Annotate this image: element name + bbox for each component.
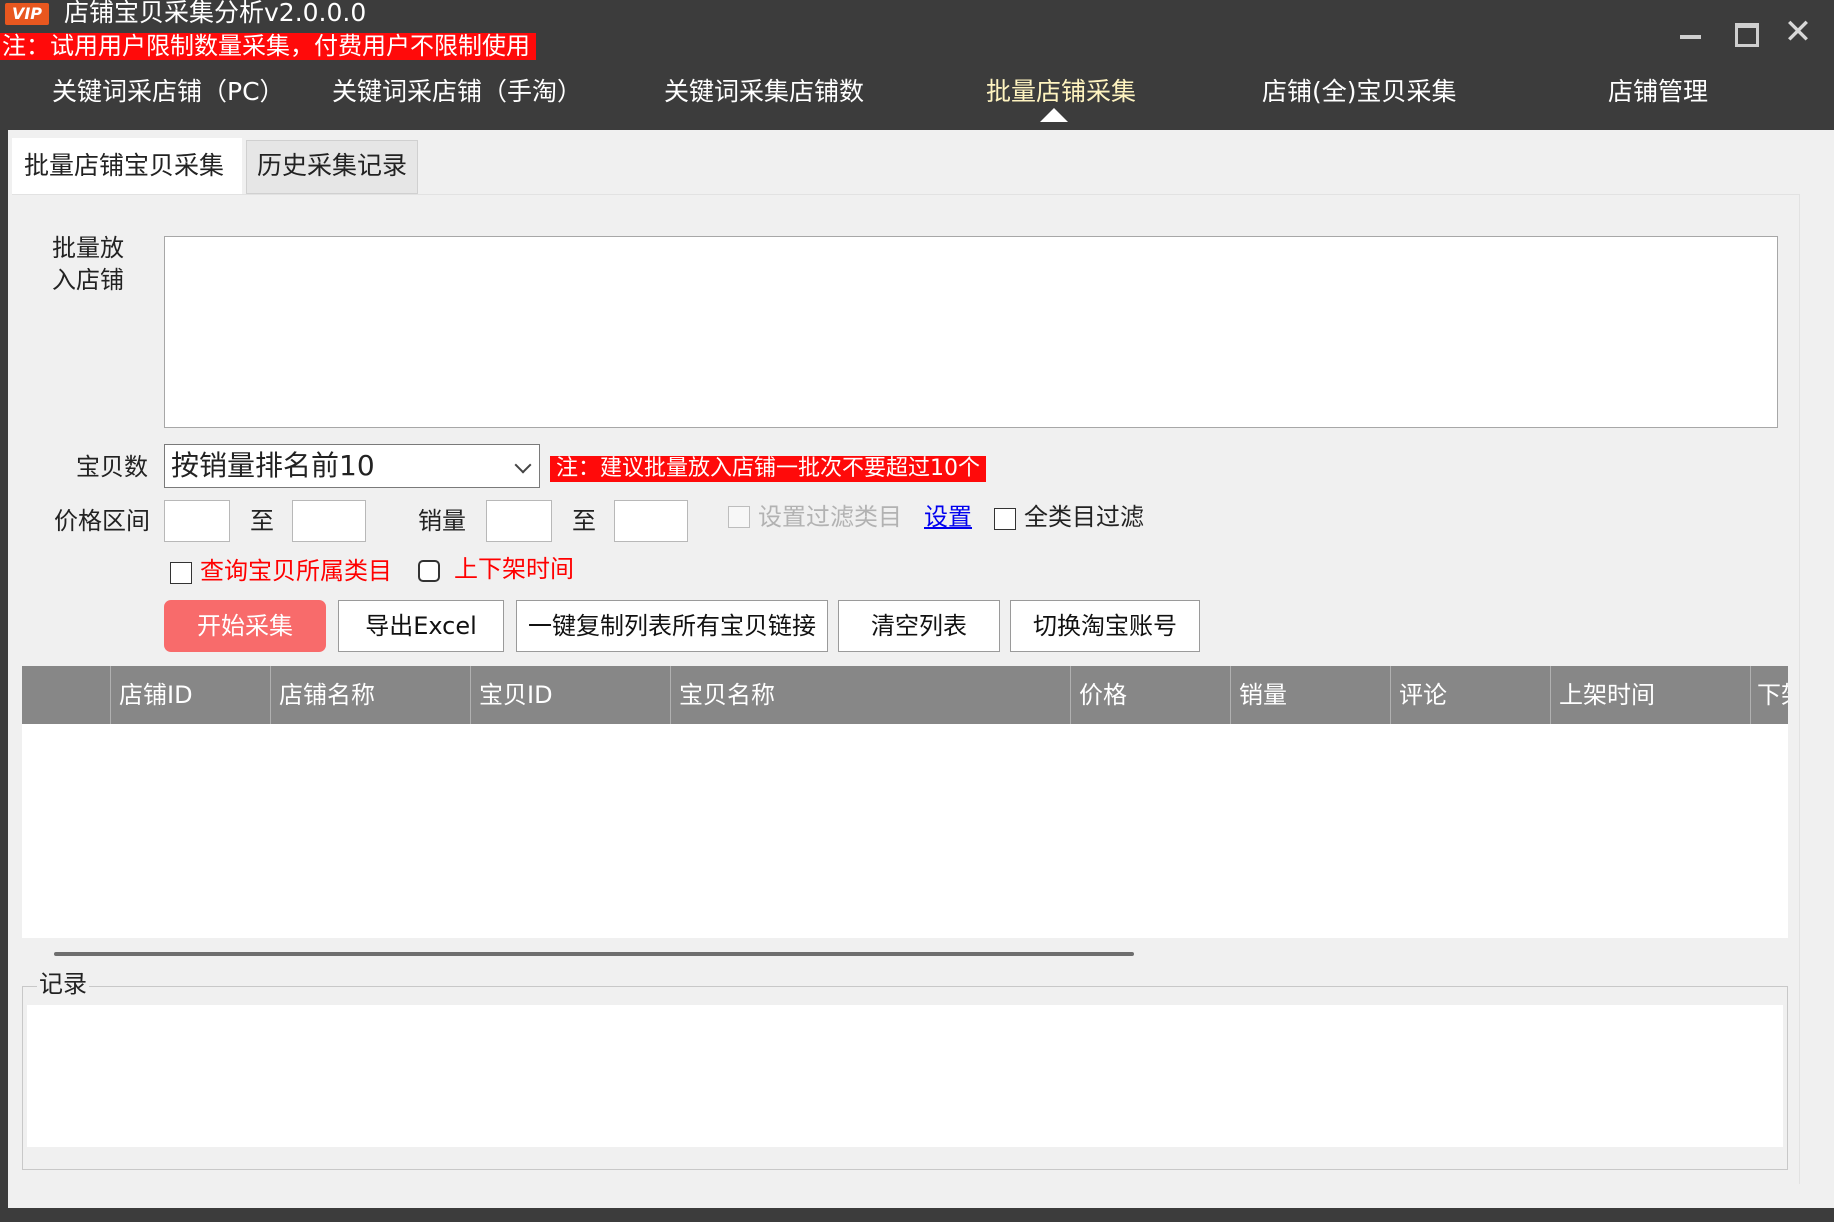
filter-category-checkbox[interactable]: [728, 506, 750, 528]
active-nav-caret-icon: [1040, 108, 1068, 122]
vip-logo: VIP: [5, 3, 49, 25]
price-range-label: 价格区间: [54, 507, 150, 535]
main-nav: 关键词采店铺（PC） 关键词采店铺（手淘） 关键词采集店铺数 批量店铺采集 店铺…: [0, 66, 1844, 128]
switch-account-button[interactable]: 切换淘宝账号: [1010, 600, 1200, 652]
column-header-reviews[interactable]: 评论: [1390, 666, 1550, 724]
sales-max-input[interactable]: [614, 500, 688, 542]
all-category-filter-label[interactable]: 全类目过滤: [1024, 502, 1144, 532]
shop-input-label: 批量放入店铺: [52, 234, 124, 294]
tab-batch-shop-items[interactable]: 批量店铺宝贝采集: [12, 138, 242, 194]
column-header-select[interactable]: [22, 666, 110, 724]
nav-keyword-shop-pc[interactable]: 关键词采店铺（PC）: [52, 70, 285, 114]
export-excel-button[interactable]: 导出Excel: [338, 600, 504, 652]
column-header-price[interactable]: 价格: [1070, 666, 1230, 724]
column-header-item-id[interactable]: 宝贝ID: [470, 666, 670, 724]
log-group: 记录: [22, 969, 1788, 1170]
filter-category-label[interactable]: 设置过滤类目: [758, 502, 902, 532]
window-bottom-border: [8, 1208, 1834, 1222]
app-title: 店铺宝贝采集分析v2.0.0.0: [64, 0, 367, 27]
nav-shop-manage[interactable]: 店铺管理: [1608, 70, 1708, 114]
chevron-down-icon: [514, 456, 532, 474]
nav-keyword-shop-count[interactable]: 关键词采集店铺数: [664, 70, 864, 114]
sales-min-input[interactable]: [486, 500, 552, 542]
results-table: 店铺ID 店铺名称 宝贝ID 宝贝名称 价格 销量 评论 上架时间 下架: [22, 666, 1788, 938]
listing-time-checkbox[interactable]: [418, 560, 440, 582]
column-header-listing-time[interactable]: 上架时间: [1550, 666, 1750, 724]
nav-shop-all-items[interactable]: 店铺(全)宝贝采集: [1262, 70, 1457, 114]
query-category-label[interactable]: 查询宝贝所属类目: [200, 556, 392, 586]
copy-all-links-button[interactable]: 一键复制列表所有宝贝链接: [516, 600, 828, 652]
clear-list-button[interactable]: 清空列表: [838, 600, 1000, 652]
close-icon[interactable]: ✕: [1778, 14, 1818, 50]
sales-to-label: 至: [572, 507, 596, 535]
all-category-filter-checkbox[interactable]: [994, 508, 1016, 530]
item-count-select[interactable]: 按销量排名前10: [164, 444, 540, 488]
table-header: 店铺ID 店铺名称 宝贝ID 宝贝名称 价格 销量 评论 上架时间 下架: [22, 666, 1788, 724]
price-to-label: 至: [250, 507, 274, 535]
item-count-value: 按销量排名前10: [171, 449, 375, 482]
item-count-label: 宝贝数: [76, 453, 148, 481]
start-collect-button[interactable]: 开始采集: [164, 600, 326, 652]
listing-time-label[interactable]: 上下架时间: [454, 554, 574, 584]
sales-label: 销量: [418, 507, 466, 535]
minimize-icon[interactable]: [1670, 14, 1710, 50]
price-min-input[interactable]: [164, 500, 230, 542]
table-horizontal-scrollbar[interactable]: [22, 938, 1788, 972]
window-edge: [1834, 0, 1844, 1222]
tab-history[interactable]: 历史采集记录: [246, 140, 418, 194]
shop-textarea[interactable]: [164, 236, 1778, 428]
column-header-shop-id[interactable]: 店铺ID: [110, 666, 270, 724]
price-max-input[interactable]: [292, 500, 366, 542]
column-header-shop-name[interactable]: 店铺名称: [270, 666, 470, 724]
column-header-item-name[interactable]: 宝贝名称: [670, 666, 1070, 724]
maximize-icon[interactable]: [1724, 14, 1764, 50]
column-header-sales[interactable]: 销量: [1230, 666, 1390, 724]
batch-tip-notice: 注：建议批量放入店铺一批次不要超过10个: [550, 456, 986, 482]
trial-notice: 注：试用用户限制数量采集，付费用户不限制使用: [0, 33, 536, 60]
set-filter-link[interactable]: 设置: [924, 502, 972, 532]
nav-keyword-shop-mobile[interactable]: 关键词采店铺（手淘）: [332, 70, 582, 114]
query-category-checkbox[interactable]: [170, 562, 192, 584]
column-header-delisting-time[interactable]: 下架: [1750, 666, 1788, 724]
log-legend: 记录: [37, 969, 89, 999]
scrollbar-thumb[interactable]: [54, 952, 1134, 956]
log-textbox[interactable]: [27, 1005, 1783, 1147]
